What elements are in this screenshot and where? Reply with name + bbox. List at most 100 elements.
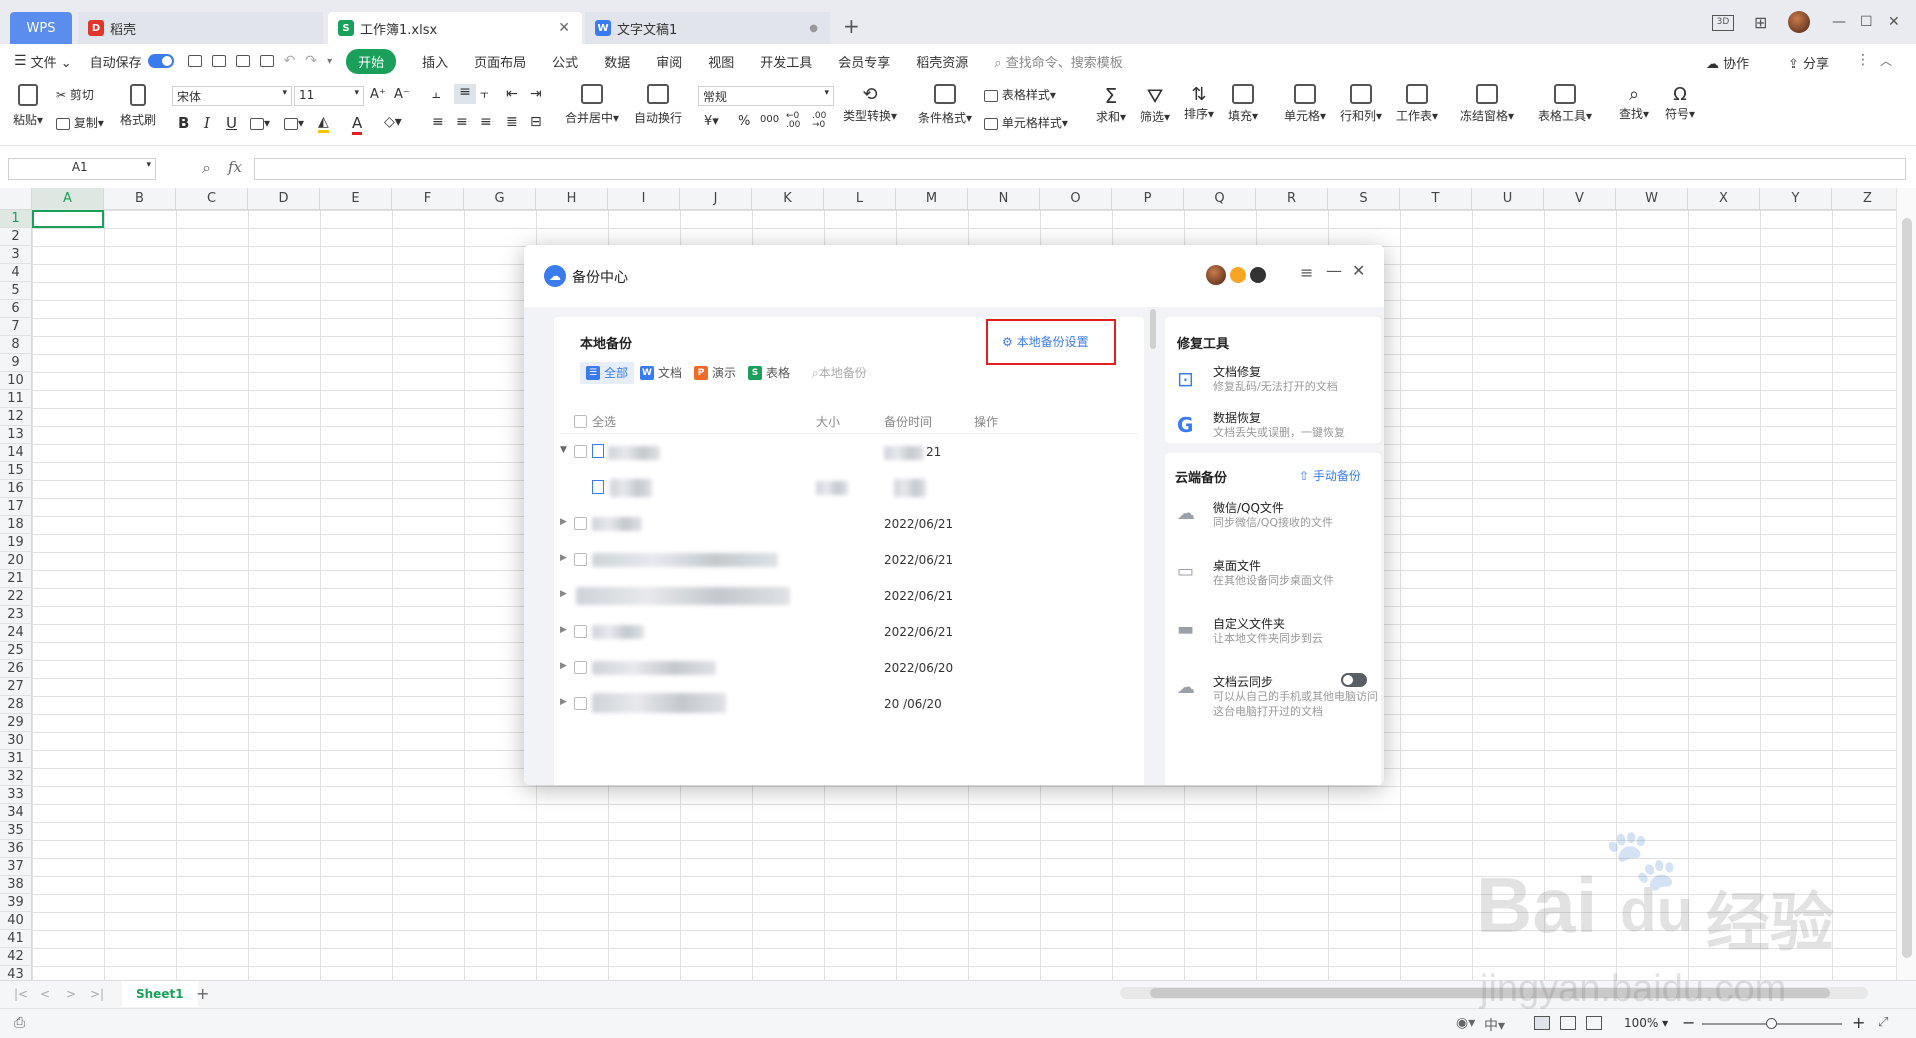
row-checkbox[interactable] (574, 697, 587, 710)
filter-all-tab[interactable]: ☰ 全部 (580, 362, 635, 384)
currency-icon[interactable]: ¥▾ (704, 114, 719, 129)
save-icon[interactable] (187, 55, 202, 67)
freeze-panes-button[interactable]: 冻结窗格▾ (1458, 84, 1516, 124)
cloud-sync-toggle[interactable] (1341, 673, 1367, 687)
add-sheet-button[interactable]: + (196, 984, 209, 1003)
filter-button[interactable]: ⛛ 筛选▾ (1138, 84, 1172, 125)
table-style-button[interactable]: 表格样式▾ (984, 86, 1056, 103)
column-header[interactable]: Q (1184, 188, 1256, 210)
menu-developer[interactable]: 开发工具 (760, 52, 812, 71)
row-header[interactable]: 22 (0, 588, 31, 606)
first-sheet-icon[interactable]: |< (14, 987, 28, 1001)
column-header[interactable]: F (392, 188, 464, 210)
decrease-font-icon[interactable]: A⁻ (394, 87, 410, 102)
row-header[interactable]: 30 (0, 732, 31, 750)
column-header[interactable]: W (1616, 188, 1688, 210)
zoom-slider[interactable] (1702, 1018, 1842, 1029)
border-icon[interactable]: ▾ (250, 116, 270, 130)
thousands-icon[interactable]: 000 (760, 114, 779, 125)
row-checkbox[interactable] (574, 445, 587, 458)
grid-apps-icon[interactable]: ⊞ (1754, 13, 1767, 32)
percent-icon[interactable]: % (738, 114, 750, 129)
select-all-corner[interactable] (0, 188, 32, 210)
quick-access-dropdown-icon[interactable]: ▾ (327, 56, 332, 67)
doc-cloud-sync-item[interactable]: ☁ 文档云同步 可以从自己的手机或其他电脑访问这台电脑打开过的文档 (1177, 671, 1378, 731)
row-checkbox[interactable] (574, 625, 587, 638)
format-painter-button[interactable]: 格式刷 (118, 84, 158, 128)
manual-backup-button[interactable]: ⇧ 手动备份 (1299, 467, 1361, 484)
redo-icon[interactable]: ↷ (305, 53, 317, 69)
align-middle-icon[interactable]: ≡ (454, 84, 476, 104)
row-header[interactable]: 13 (0, 426, 31, 444)
row-header[interactable]: 42 (0, 948, 31, 966)
row-header[interactable]: 17 (0, 498, 31, 516)
distributed-icon[interactable]: ⊟ (530, 114, 542, 130)
column-header[interactable]: G (464, 188, 536, 210)
row-header[interactable]: 29 (0, 714, 31, 732)
row-header[interactable]: 7 (0, 318, 31, 336)
column-header[interactable]: I (608, 188, 680, 210)
dialog-minimize-icon[interactable]: — (1326, 261, 1342, 280)
row-header[interactable]: 28 (0, 696, 31, 714)
custom-folder-backup-item[interactable]: ▬ 自定义文件夹 让本地文件夹同步到云 (1177, 613, 1377, 653)
filter-ppt-tab[interactable]: P 演示 (688, 362, 742, 384)
autosave-toggle[interactable] (147, 54, 174, 68)
row-header[interactable]: 12 (0, 408, 31, 426)
tab-dot-icon[interactable]: ● (809, 23, 818, 34)
table-row[interactable]: ▼ 21 (554, 437, 1144, 467)
decrease-decimal-icon[interactable]: .00 →0 (812, 112, 826, 130)
row-header[interactable]: 36 (0, 840, 31, 858)
table-row[interactable]: ▶ 2022/06/21 (554, 509, 1144, 539)
wrap-text-button[interactable]: 自动换行 (632, 84, 684, 126)
row-header[interactable]: 25 (0, 642, 31, 660)
table-row[interactable]: ▶ 2022/06/21 (554, 617, 1144, 647)
row-checkbox[interactable] (574, 661, 587, 674)
close-window-icon[interactable]: ✕ (1888, 14, 1900, 30)
row-header[interactable]: 4 (0, 264, 31, 282)
share-button[interactable]: ⇪ 分享 (1788, 53, 1829, 72)
row-header[interactable]: 41 (0, 930, 31, 948)
align-top-icon[interactable]: ⫠ (432, 86, 440, 102)
column-header[interactable]: U (1472, 188, 1544, 210)
symbol-button[interactable]: Ω 符号▾ (1660, 84, 1700, 122)
3d-view-icon[interactable]: 3D (1712, 15, 1734, 31)
row-header[interactable]: 1 (0, 210, 31, 228)
copy-button[interactable]: 复制▾ (56, 114, 104, 131)
fill-button[interactable]: 填充▾ (1226, 84, 1260, 124)
row-checkbox[interactable] (574, 517, 587, 530)
command-search[interactable]: ⌕ 查找命令、搜索模板 (994, 52, 1122, 71)
column-header[interactable]: M (896, 188, 968, 210)
tab-document[interactable]: W 文字文稿1 ● (585, 12, 830, 44)
select-all-checkbox[interactable] (574, 415, 587, 428)
avatar[interactable] (1788, 11, 1810, 33)
number-format-select[interactable]: 常规 ▾ (698, 86, 834, 106)
italic-icon[interactable]: I (204, 114, 210, 132)
column-header[interactable]: V (1544, 188, 1616, 210)
minimize-icon[interactable]: — (1832, 14, 1846, 30)
row-header[interactable]: 19 (0, 534, 31, 552)
row-header[interactable]: 35 (0, 822, 31, 840)
expand-icon[interactable]: ▶ (560, 625, 567, 635)
menu-start[interactable]: 开始 (346, 48, 397, 74)
cut-button[interactable]: ✂ 剪切 (56, 86, 94, 103)
vertical-scroll-thumb[interactable] (1902, 218, 1912, 958)
worksheet-button[interactable]: 工作表▾ (1394, 84, 1440, 124)
tab-workbook[interactable]: S 工作簿1.xlsx ✕ (328, 12, 582, 44)
menu-review[interactable]: 审阅 (656, 52, 682, 71)
row-header[interactable]: 15 (0, 462, 31, 480)
justify-icon[interactable]: ≣ (506, 114, 518, 130)
menu-formula[interactable]: 公式 (552, 52, 578, 71)
dialog-scroll-thumb[interactable] (1150, 309, 1156, 349)
row-header[interactable]: 24 (0, 624, 31, 642)
row-header[interactable]: 5 (0, 282, 31, 300)
merge-center-button[interactable]: 合并居中▾ (562, 84, 622, 126)
align-right-icon[interactable]: ≡ (480, 114, 492, 130)
column-header[interactable]: B (104, 188, 176, 210)
table-row[interactable]: ▶ 2022/06/21 (554, 545, 1144, 575)
filter-sheet-tab[interactable]: S 表格 (742, 362, 796, 384)
table-row[interactable]: ▶ 2022/06/20 (554, 653, 1144, 683)
row-header[interactable]: 6 (0, 300, 31, 318)
desktop-files-backup-item[interactable]: ▭ 桌面文件 在其他设备同步桌面文件 (1177, 555, 1377, 595)
expand-icon[interactable]: ▶ (560, 661, 567, 671)
macro-record-icon[interactable]: ⎙ (14, 1015, 25, 1031)
